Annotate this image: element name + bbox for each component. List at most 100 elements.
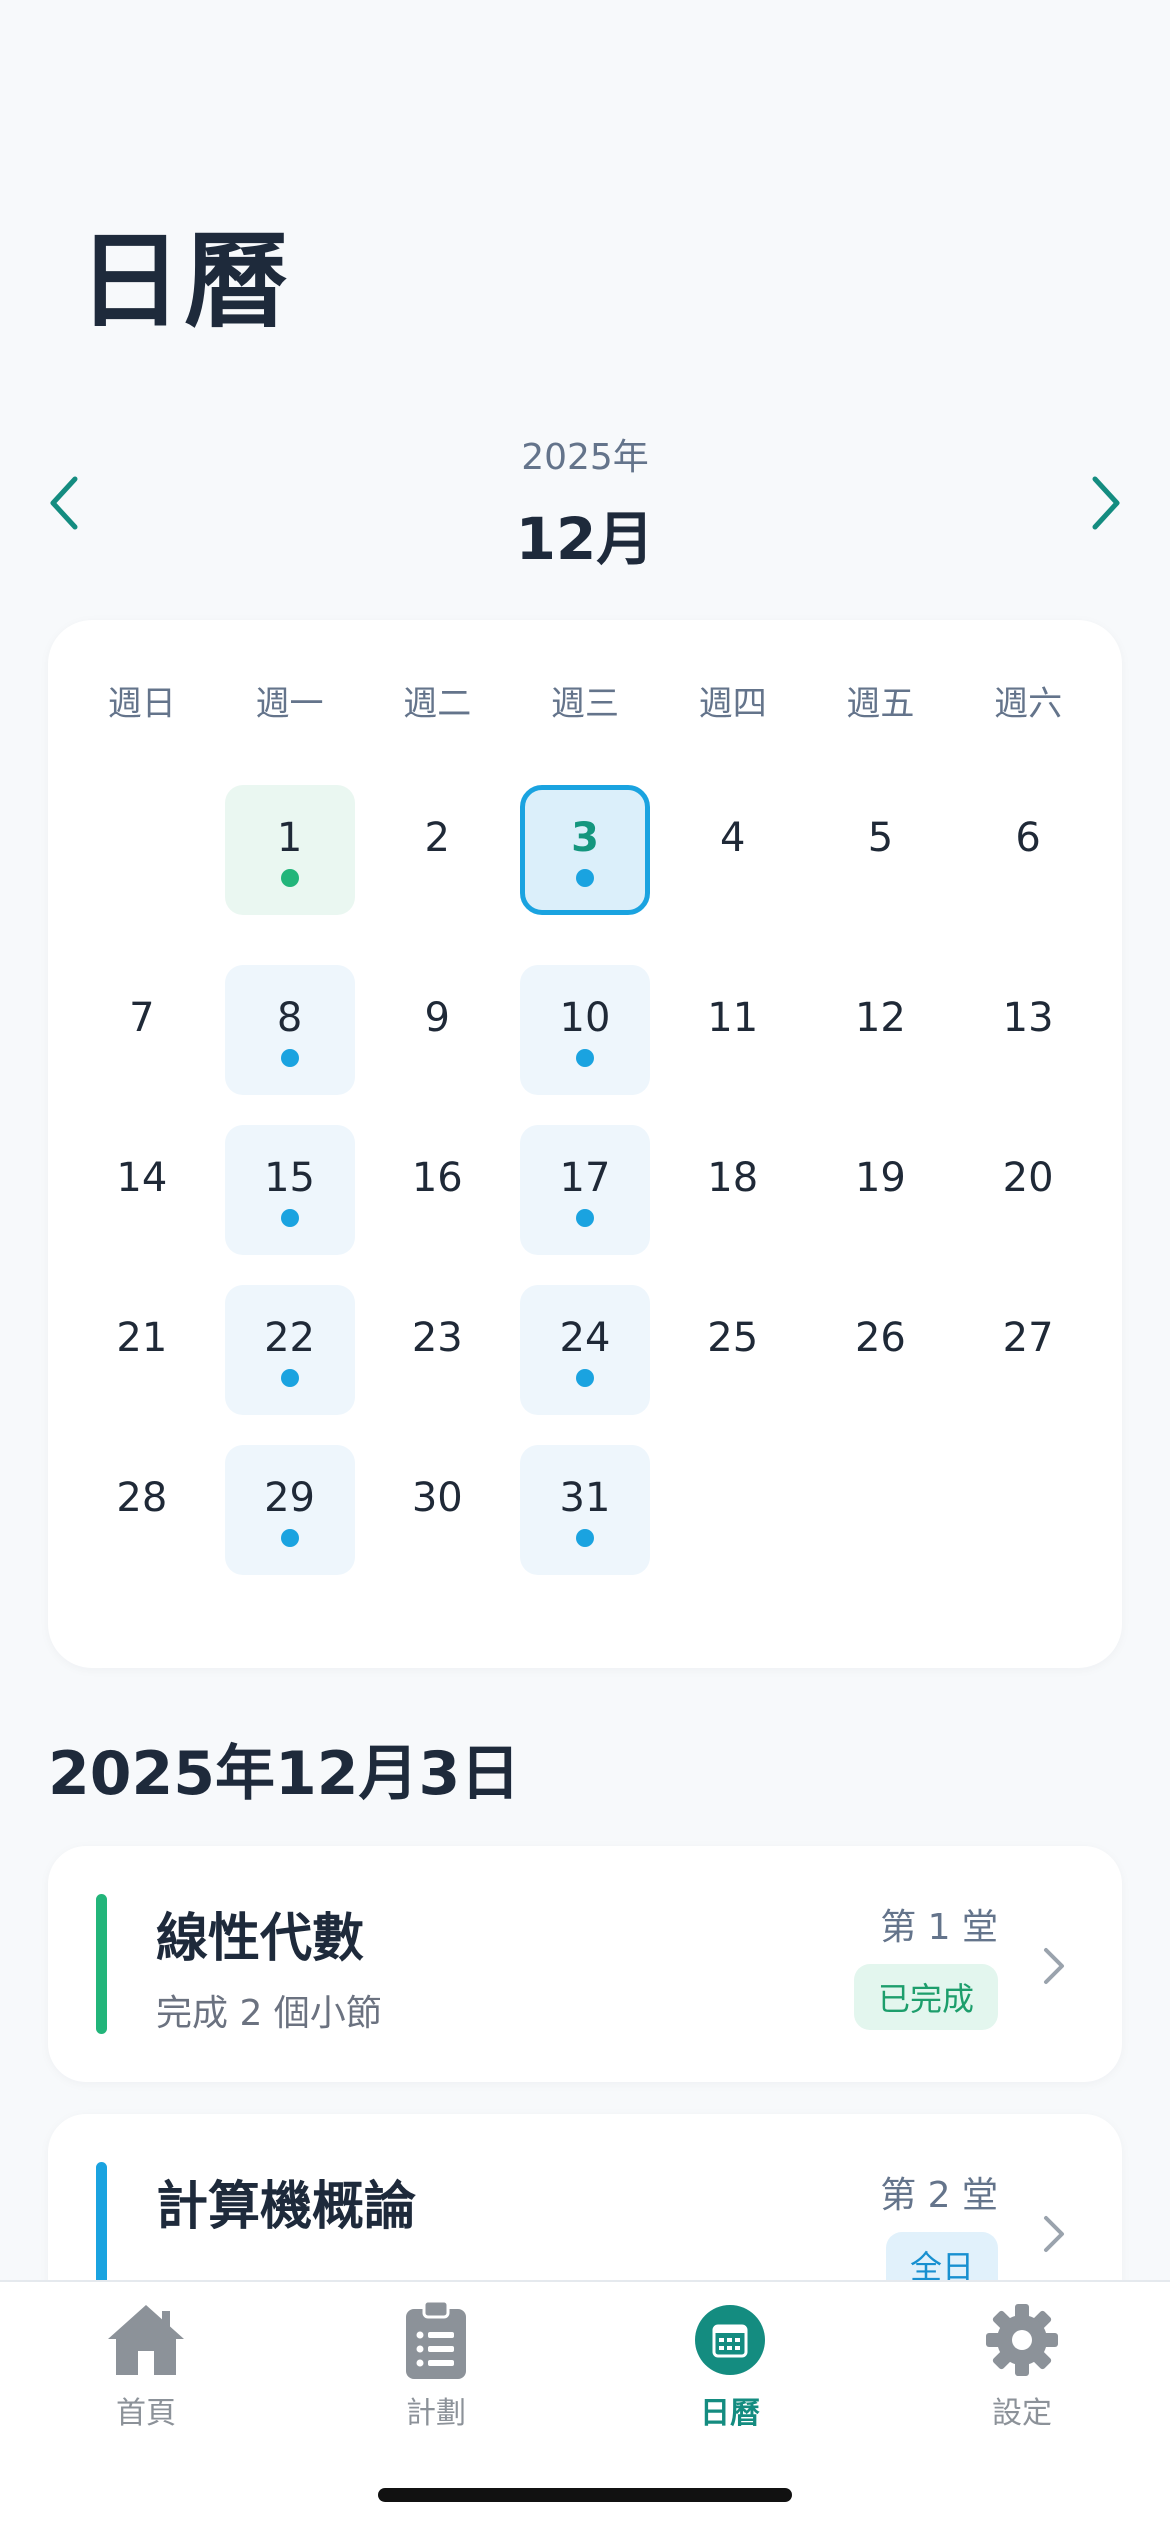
calendar-day[interactable]: 6 — [954, 775, 1102, 955]
calendar-day[interactable]: 9 — [363, 955, 511, 1115]
clipboard-icon — [394, 2298, 478, 2382]
calendar-day[interactable]: 27 — [954, 1275, 1102, 1435]
course-card[interactable]: 線性代數 完成 2 個小節 第 1 堂 已完成 — [48, 1846, 1122, 2082]
calendar-day[interactable]: 30 — [363, 1435, 511, 1595]
calendar-day[interactable]: 15 — [216, 1115, 364, 1275]
day-number: 8 — [276, 995, 303, 1041]
calendar-day[interactable]: 7 — [68, 955, 216, 1115]
chevron-right-icon — [1034, 2209, 1074, 2259]
calendar-day[interactable]: 29 — [216, 1435, 364, 1595]
calendar-day[interactable]: 12 — [807, 955, 955, 1115]
tab-label: 設定 — [992, 2396, 1052, 2431]
chevron-right-icon — [1092, 476, 1120, 530]
day-number: 31 — [559, 1475, 611, 1521]
day-cell-inner: 6 — [963, 785, 1093, 915]
calendar-day[interactable]: 19 — [807, 1115, 955, 1275]
tab-calendar[interactable]: 日曆 — [630, 2298, 830, 2438]
calendar-day[interactable]: 11 — [659, 955, 807, 1115]
weekday-label: 週六 — [994, 684, 1063, 724]
chevron-right-icon — [1034, 1941, 1074, 1991]
calendar-day[interactable]: 3 — [511, 775, 659, 955]
calendar-day[interactable]: 10 — [511, 955, 659, 1115]
completed-dot — [280, 869, 299, 887]
course-title: 計算機概論 — [156, 2177, 417, 2237]
day-cell-inner: 1 — [224, 785, 355, 915]
tab-settings[interactable]: 設定 — [922, 2298, 1122, 2438]
day-cell-inner: 8 — [224, 965, 355, 1095]
calendar-day[interactable]: 18 — [659, 1115, 807, 1275]
calendar-day[interactable]: 4 — [659, 775, 807, 955]
calendar-day[interactable]: 8 — [216, 955, 364, 1115]
status-badge: 已完成 — [853, 1964, 998, 2030]
calendar-day[interactable]: 1 — [216, 775, 364, 955]
tab-label: 首頁 — [116, 2396, 176, 2431]
day-cell-inner: 10 — [519, 965, 650, 1095]
day-cell-inner: 5 — [815, 785, 945, 915]
calendar-icon — [688, 2298, 772, 2382]
planned-dot — [280, 1369, 299, 1387]
day-cell-inner: 29 — [224, 1445, 355, 1575]
weekday-label: 週一 — [255, 684, 324, 724]
day-number: 3 — [571, 815, 599, 861]
day-cell-inner: 2 — [372, 785, 502, 915]
day-number: 10 — [559, 995, 611, 1041]
calendar-day[interactable]: 2 — [363, 775, 511, 955]
calendar-day[interactable]: 26 — [807, 1275, 955, 1435]
course-session: 第 1 堂 — [880, 1907, 998, 1948]
day-number: 15 — [264, 1155, 316, 1201]
day-cell-inner: 16 — [372, 1125, 502, 1255]
day-cell-inner: 7 — [77, 965, 207, 1095]
weekday-header: 週日 週一 週二 週三 週四 週五 週六 — [68, 676, 1102, 726]
calendar-day[interactable]: 28 — [68, 1435, 216, 1595]
tab-home[interactable]: 首頁 — [46, 2298, 246, 2438]
weekday-label: 週日 — [107, 684, 176, 724]
day-cell-inner: 11 — [668, 965, 798, 1095]
calendar-day[interactable]: 13 — [954, 955, 1102, 1115]
planned-dot — [280, 1209, 299, 1227]
planned-dot — [280, 1529, 299, 1547]
calendar-day-empty — [954, 1435, 1102, 1595]
day-cell-inner: 28 — [77, 1445, 207, 1575]
day-number: 19 — [854, 1155, 906, 1201]
selected-date-heading: 2025年12月3日 — [48, 1739, 521, 1809]
course-subtitle: 完成 2 個小節 — [156, 1993, 382, 2034]
day-number: 30 — [411, 1475, 463, 1521]
day-cell-inner: 24 — [519, 1285, 650, 1415]
calendar-day[interactable]: 16 — [363, 1115, 511, 1275]
day-number: 26 — [854, 1315, 906, 1361]
day-cell-inner: 12 — [815, 965, 945, 1095]
day-number: 24 — [559, 1315, 611, 1361]
next-month-button[interactable] — [1070, 468, 1140, 538]
day-number: 13 — [1002, 995, 1054, 1041]
day-cell-inner: 21 — [77, 1285, 207, 1415]
day-number: 4 — [719, 815, 746, 861]
calendar-day[interactable]: 31 — [511, 1435, 659, 1595]
day-number: 18 — [707, 1155, 759, 1201]
calendar-day[interactable]: 25 — [659, 1275, 807, 1435]
calendar-day[interactable]: 22 — [216, 1275, 364, 1435]
calendar-day[interactable]: 20 — [954, 1115, 1102, 1275]
day-number: 2 — [424, 815, 450, 861]
weekday-label: 週二 — [403, 684, 472, 724]
calendar-card: 週日 週一 週二 週三 週四 週五 週六 1 2 3 4 5 6 7 8 9 10 11 12 13 14… — [48, 620, 1122, 1668]
day-number: 20 — [1002, 1155, 1054, 1201]
month-year-label: 2025年 — [521, 437, 649, 478]
course-session: 第 2 堂 — [880, 2175, 998, 2216]
course-color-bar — [96, 1894, 107, 2034]
calendar-grid: 1 2 3 4 5 6 7 8 9 10 11 12 13 14 15 16 17 18 19 20 21 22 23 24 2… — [68, 775, 1102, 1595]
tab-plan[interactable]: 計劃 — [336, 2298, 536, 2438]
day-number: 22 — [264, 1315, 316, 1361]
calendar-day[interactable]: 23 — [363, 1275, 511, 1435]
day-number: 6 — [1015, 815, 1041, 861]
calendar-day[interactable]: 17 — [511, 1115, 659, 1275]
calendar-day[interactable]: 21 — [68, 1275, 216, 1435]
day-cell-inner: 3 — [519, 785, 650, 915]
calendar-day[interactable]: 24 — [511, 1275, 659, 1435]
calendar-day[interactable]: 14 — [68, 1115, 216, 1275]
gear-icon — [980, 2298, 1064, 2382]
planned-dot — [575, 1209, 594, 1227]
day-number: 5 — [867, 815, 894, 861]
weekday-label: 週五 — [846, 684, 915, 724]
day-cell-inner: 18 — [668, 1125, 798, 1255]
calendar-day[interactable]: 5 — [807, 775, 955, 955]
